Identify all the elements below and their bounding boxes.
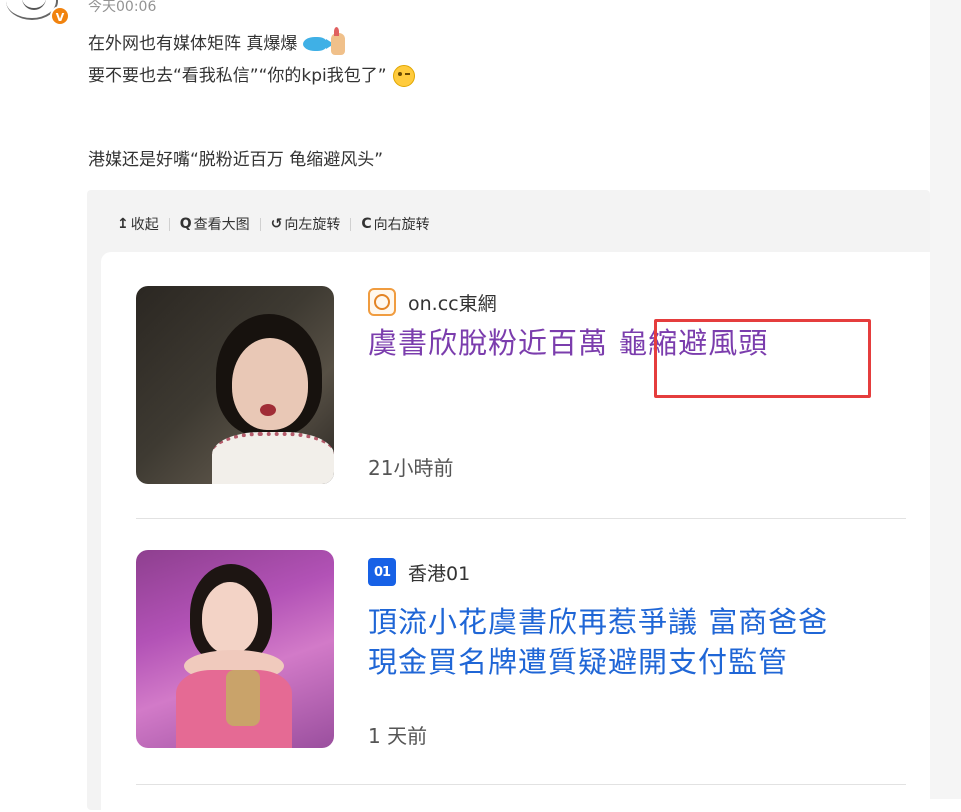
magnifier-icon: Q bbox=[179, 216, 192, 232]
rotate-right-icon: C bbox=[361, 216, 372, 232]
rotate-left-label: 向左旋转 bbox=[284, 217, 341, 233]
verified-badge-icon: V bbox=[50, 6, 70, 26]
post-line-1: 在外网也有媒体矩阵 真爆爆 bbox=[88, 27, 415, 60]
post-line-text: 要不要也去“看我私信”“你的kpi我包了” bbox=[88, 66, 387, 86]
post-line-text: 港媒还是好嘴“脱粉近百万 龟缩避风头” bbox=[88, 150, 384, 170]
thumbnail-collar bbox=[212, 432, 334, 484]
article-divider bbox=[136, 518, 906, 519]
rotate-right-label: 向右旋转 bbox=[373, 217, 430, 233]
article-headline[interactable]: 頂流小花虞書欣再惹爭議 富商爸爸 現金買名牌遭質疑避開支付監管 bbox=[368, 602, 908, 682]
wink-emoji-icon bbox=[392, 65, 415, 87]
toolbar-divider bbox=[259, 217, 261, 231]
view-large-label: 查看大图 bbox=[193, 217, 250, 233]
post-line-blank bbox=[88, 92, 415, 144]
image-toolbar: ↥ 收起 Q 查看大图 ↺ 向左旋转 C 向右旋转 bbox=[117, 212, 430, 236]
source-name: 香港01 bbox=[408, 562, 471, 585]
toolbar-divider bbox=[168, 217, 170, 231]
post-body: 在外网也有媒体矩阵 真爆爆 要不要也去“看我私信”“你的kpi我包了” 港媒还是… bbox=[88, 27, 415, 176]
user-avatar[interactable]: V bbox=[0, 0, 70, 26]
fish-emoji-icon bbox=[303, 37, 335, 51]
article-source[interactable]: 01 香港01 bbox=[368, 556, 470, 588]
thumbnail-mouth bbox=[260, 404, 276, 416]
fingers-crossed-emoji-icon bbox=[331, 27, 346, 55]
collapse-icon: ↥ bbox=[117, 216, 129, 232]
article-thumbnail[interactable] bbox=[136, 550, 334, 748]
news-article-2[interactable]: 01 香港01 頂流小花虞書欣再惹爭議 富商爸爸 現金買名牌遭質疑避開支付監管 … bbox=[136, 550, 906, 750]
post-line-4: 港媒还是好嘴“脱粉近百万 龟缩避风头” bbox=[88, 144, 415, 176]
thumbnail-trophy bbox=[226, 670, 260, 726]
hk01-logo-icon: 01 bbox=[368, 558, 396, 586]
view-large-button[interactable]: Q 查看大图 bbox=[180, 214, 250, 234]
toolbar-divider bbox=[350, 217, 352, 231]
right-margin bbox=[930, 0, 961, 799]
article-divider bbox=[136, 784, 906, 785]
article-source[interactable]: on.cc東網 bbox=[368, 286, 497, 318]
rotate-left-button[interactable]: ↺ 向左旋转 bbox=[271, 214, 341, 234]
collapse-button[interactable]: ↥ 收起 bbox=[117, 214, 159, 234]
thumbnail-face bbox=[232, 338, 308, 430]
oncc-logo-icon bbox=[368, 288, 396, 316]
collapse-label: 收起 bbox=[130, 217, 159, 233]
headline-line-2: 現金買名牌遭質疑避開支付監管 bbox=[368, 645, 789, 679]
red-highlight-box bbox=[654, 319, 871, 398]
weibo-post: V 今天00:06 在外网也有媒体矩阵 真爆爆 要不要也去“看我私信”“你的kp… bbox=[0, 0, 930, 812]
headline-line-1: 頂流小花虞書欣再惹爭議 富商爸爸 bbox=[368, 605, 829, 639]
source-name: on.cc東網 bbox=[408, 292, 497, 315]
post-line-2: 要不要也去“看我私信”“你的kpi我包了” bbox=[88, 60, 415, 92]
thumbnail-face bbox=[202, 582, 258, 654]
avatar-face bbox=[22, 0, 46, 10]
rotate-left-icon: ↺ bbox=[270, 216, 283, 232]
article-time: 1 天前 bbox=[368, 724, 428, 748]
headline-part-1: 虞書欣脫粉近百萬 bbox=[368, 326, 619, 360]
rotate-right-button[interactable]: C 向右旋转 bbox=[361, 214, 429, 234]
article-time: 21小時前 bbox=[368, 456, 454, 480]
post-line-text: 在外网也有媒体矩阵 真爆爆 bbox=[88, 34, 298, 54]
article-thumbnail[interactable] bbox=[136, 286, 334, 484]
post-timestamp[interactable]: 今天00:06 bbox=[88, 0, 156, 16]
